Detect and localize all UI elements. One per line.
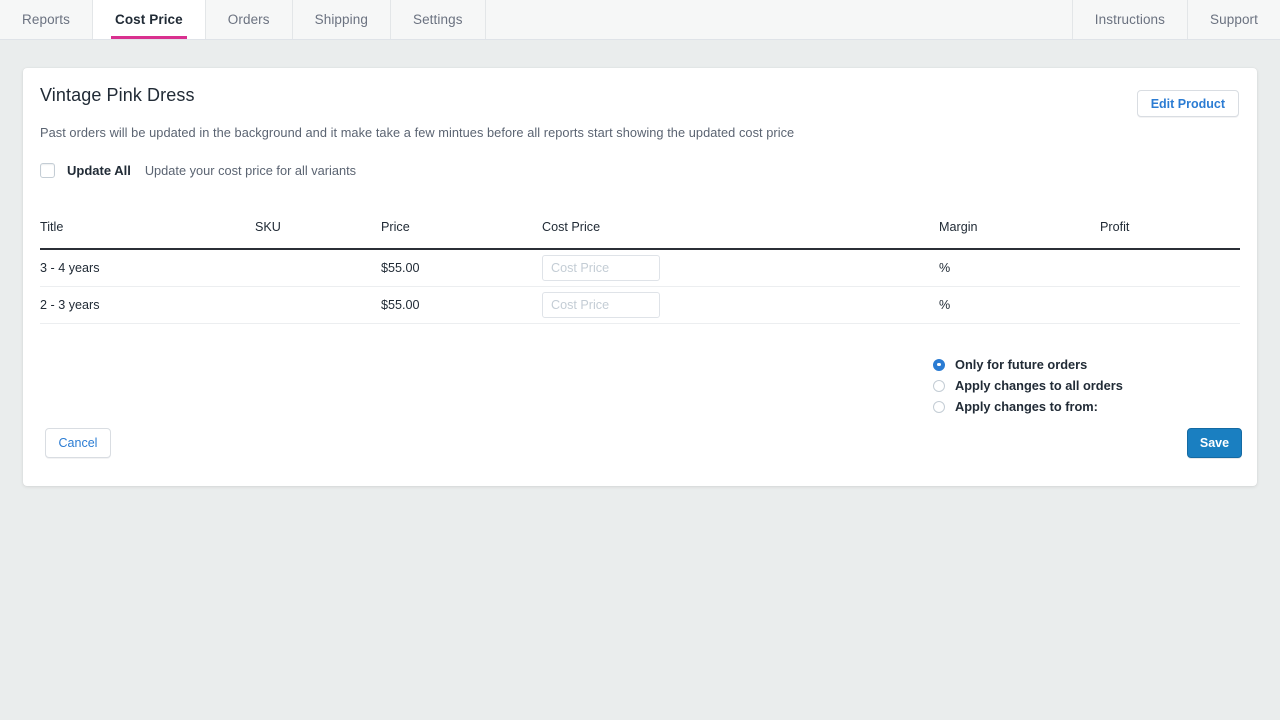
- save-label: Save: [1199, 436, 1230, 450]
- radio-mark-icon: [933, 379, 945, 392]
- cost-price-card: Vintage Pink Dress Edit Product Past ord…: [23, 68, 1257, 486]
- table-header-row: Title SKU Price Cost Price Margin Profit: [40, 220, 1240, 250]
- table-row: 3 - 4 years $55.00 %: [40, 249, 1240, 287]
- nav-tab-label: Settings: [412, 12, 463, 27]
- table-row: 2 - 3 years $55.00 %: [40, 286, 1240, 324]
- edit-product-button[interactable]: Edit Product: [1136, 90, 1239, 117]
- update-all-label: Update All: [67, 163, 131, 178]
- nav-tab-label: Orders: [227, 12, 270, 27]
- cell-cost-price: [542, 249, 939, 287]
- cell-title: 2 - 3 years: [40, 286, 255, 324]
- variants-table: Title SKU Price Cost Price Margin Profit…: [40, 220, 1240, 324]
- column-header-cost-price: Cost Price: [542, 220, 939, 250]
- cancel-button[interactable]: Cancel: [45, 428, 111, 458]
- column-header-sku: SKU: [255, 220, 381, 250]
- variants-table-body: 3 - 4 years $55.00 % 2 - 3 years $55.00 …: [40, 249, 1240, 324]
- update-all-description: Update your cost price for all variants: [144, 163, 357, 178]
- cell-margin: %: [939, 249, 1100, 287]
- radio-option-all-orders[interactable]: Apply changes to all orders: [933, 375, 1123, 396]
- nav-tab-reports[interactable]: Reports: [0, 0, 93, 39]
- column-header-margin: Margin: [939, 220, 1100, 250]
- cost-price-input[interactable]: [542, 291, 660, 318]
- cell-sku: [255, 249, 381, 287]
- apply-options-radio-group: Only for future orders Apply changes to …: [933, 354, 1123, 417]
- update-all-row: Update All Update your cost price for al…: [40, 163, 356, 178]
- cell-title: 3 - 4 years: [40, 249, 255, 287]
- page-title: Vintage Pink Dress: [40, 85, 195, 105]
- column-header-title: Title: [40, 220, 255, 250]
- nav-left-group: Reports Cost Price Orders Shipping Setti…: [0, 0, 486, 39]
- nav-tab-label: Shipping: [314, 12, 368, 27]
- radio-mark-icon: [933, 358, 945, 371]
- nav-right-group: Instructions Support: [1071, 0, 1280, 39]
- nav-tab-support[interactable]: Support: [1187, 0, 1280, 39]
- nav-tab-settings[interactable]: Settings: [391, 0, 486, 39]
- nav-tab-label: Support: [1210, 12, 1258, 27]
- cell-margin: %: [939, 286, 1100, 324]
- edit-product-label: Edit Product: [1150, 96, 1225, 111]
- nav-tab-label: Cost Price: [114, 12, 183, 27]
- nav-tab-label: Instructions: [1094, 12, 1166, 27]
- cancel-label: Cancel: [58, 436, 98, 450]
- column-header-price: Price: [381, 220, 542, 250]
- variants-table-head: Title SKU Price Cost Price Margin Profit: [40, 220, 1240, 250]
- radio-option-changes-from-date[interactable]: Apply changes to from:: [933, 396, 1123, 417]
- save-button[interactable]: Save: [1187, 428, 1242, 458]
- nav-tab-cost-price[interactable]: Cost Price: [92, 0, 206, 39]
- cell-profit: [1100, 249, 1240, 287]
- top-navigation-bar: Reports Cost Price Orders Shipping Setti…: [0, 0, 1280, 40]
- cell-price: $55.00: [381, 286, 542, 324]
- nav-tab-instructions[interactable]: Instructions: [1071, 0, 1187, 39]
- radio-option-label: Apply changes to all orders: [955, 378, 1123, 393]
- radio-option-label: Apply changes to from:: [955, 399, 1098, 414]
- column-header-profit: Profit: [1100, 220, 1240, 250]
- cell-sku: [255, 286, 381, 324]
- nav-tab-label: Reports: [22, 12, 70, 27]
- description-text: Past orders will be updated in the backg…: [40, 125, 795, 140]
- cost-price-input[interactable]: [542, 254, 660, 281]
- cell-price: $55.00: [381, 249, 542, 287]
- update-all-checkbox[interactable]: [40, 163, 55, 178]
- nav-tab-shipping[interactable]: Shipping: [293, 0, 391, 39]
- radio-mark-icon: [933, 400, 945, 413]
- radio-option-label: Only for future orders: [955, 357, 1088, 372]
- nav-tab-orders[interactable]: Orders: [206, 0, 293, 39]
- cell-profit: [1100, 286, 1240, 324]
- cell-cost-price: [542, 286, 939, 324]
- radio-option-only-future-orders[interactable]: Only for future orders: [933, 354, 1123, 375]
